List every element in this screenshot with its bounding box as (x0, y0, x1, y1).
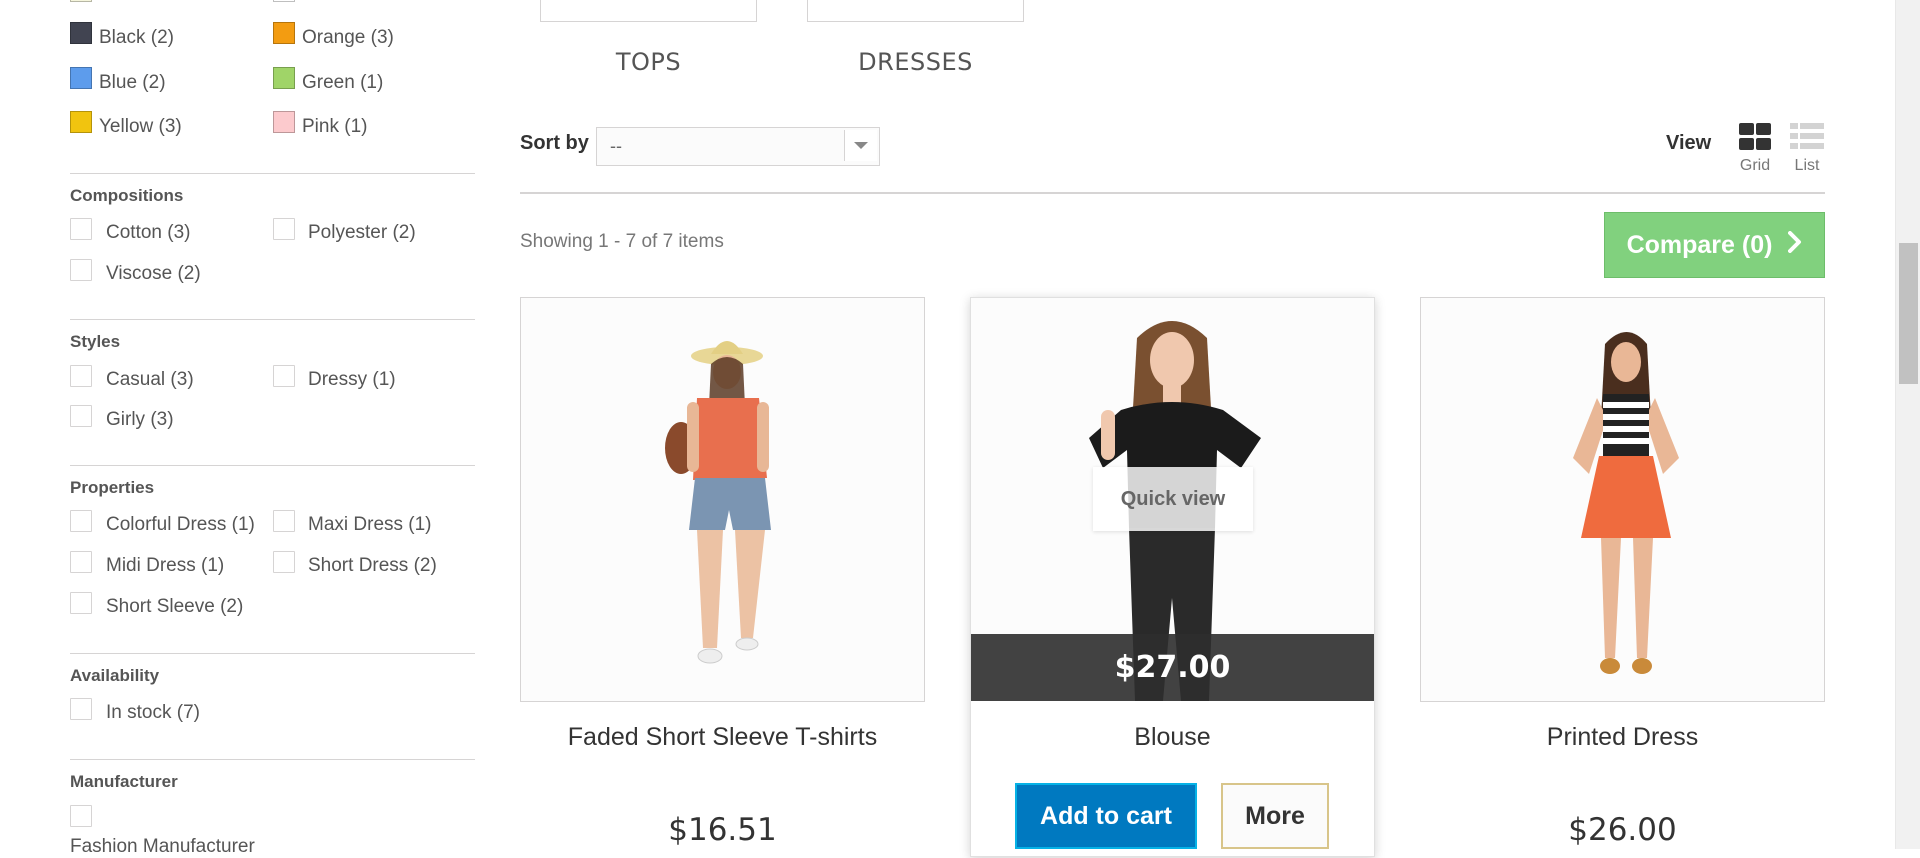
sort-select-value: -- (610, 136, 622, 156)
sidebar-divider (70, 759, 475, 760)
checkbox-casual[interactable] (70, 365, 92, 387)
checkbox-colorful-dress[interactable] (70, 510, 92, 532)
styles-title: Styles (70, 332, 121, 351)
product-price: $26.00 (1568, 812, 1677, 848)
compare-button[interactable]: Compare (0) (1604, 212, 1825, 278)
sidebar-divider (70, 319, 475, 320)
color-filter-label-blue[interactable]: Blue (2) (99, 72, 166, 94)
showing-count-text: Showing 1 - 7 of 7 items (520, 231, 724, 252)
product-image-card[interactable] (520, 297, 925, 702)
filter-label-fashion-manufacturer[interactable]: Fashion Manufacturer (70, 836, 255, 858)
manufacturer-title: Manufacturer (70, 772, 178, 791)
subcategory-title-tops[interactable]: TOPS (540, 48, 757, 76)
quick-view-label: Quick view (1120, 487, 1226, 510)
color-filter-label-yellow[interactable]: Yellow (3) (99, 116, 182, 138)
list-view-icon[interactable] (1789, 122, 1825, 152)
color-filter-label-black[interactable]: Black (2) (99, 27, 174, 49)
color-swatch-orange[interactable] (273, 22, 295, 44)
checkbox-viscose[interactable] (70, 259, 92, 281)
sidebar-divider (70, 653, 475, 654)
filter-label-midi-dress[interactable]: Midi Dress (1) (106, 555, 224, 577)
filter-label-maxi-dress[interactable]: Maxi Dress (1) (308, 514, 432, 536)
swatch-white-partial[interactable] (273, 0, 295, 2)
page-scrollbar[interactable] (1895, 0, 1920, 849)
sort-select[interactable]: -- (596, 127, 880, 166)
product-name[interactable]: Blouse (970, 723, 1375, 752)
properties-title: Properties (70, 478, 155, 497)
checkbox-short-dress[interactable] (273, 551, 295, 573)
compositions-title: Compositions (70, 186, 184, 205)
sidebar-divider (70, 173, 475, 174)
checkbox-fashion-manufacturer[interactable] (70, 805, 92, 827)
color-swatch-pink[interactable] (273, 111, 295, 133)
checkbox-in-stock[interactable] (70, 698, 92, 720)
checkbox-short-sleeve[interactable] (70, 592, 92, 614)
color-filter-label-orange[interactable]: Orange (3) (302, 27, 394, 49)
toolbar-divider (520, 192, 1825, 194)
more-button-label: More (1245, 801, 1305, 830)
color-swatch-green[interactable] (273, 67, 295, 89)
price-overlay: $27.00 (971, 634, 1374, 701)
color-swatch-yellow[interactable] (70, 111, 92, 133)
filter-label-dressy[interactable]: Dressy (1) (308, 369, 396, 391)
sort-by-label: Sort by (520, 132, 589, 154)
color-filter-label-green[interactable]: Green (1) (302, 72, 383, 94)
filter-label-girly[interactable]: Girly (3) (106, 409, 174, 431)
filter-label-polyester[interactable]: Polyester (2) (308, 222, 416, 244)
add-to-cart-label: Add to cart (1040, 801, 1172, 830)
color-filter-label-pink[interactable]: Pink (1) (302, 116, 367, 138)
chevron-down-icon[interactable] (844, 130, 877, 161)
product-image[interactable] (521, 298, 924, 701)
filter-label-colorful-dress[interactable]: Colorful Dress (1) (106, 514, 255, 536)
filter-label-short-dress[interactable]: Short Dress (2) (308, 555, 437, 577)
filter-label-short-sleeve[interactable]: Short Sleeve (2) (106, 596, 243, 618)
filter-label-casual[interactable]: Casual (3) (106, 369, 194, 391)
subcategory-image-dresses[interactable] (807, 0, 1024, 22)
list-view-label[interactable]: List (1784, 157, 1830, 175)
scrollbar-thumb[interactable] (1899, 243, 1918, 384)
checkbox-polyester[interactable] (273, 218, 295, 240)
checkbox-midi-dress[interactable] (70, 551, 92, 573)
checkbox-dressy[interactable] (273, 365, 295, 387)
product-name[interactable]: Printed Dress (1420, 723, 1825, 752)
checkbox-cotton[interactable] (70, 218, 92, 240)
subcategory-title-dresses[interactable]: DRESSES (807, 48, 1024, 76)
filter-label-viscose[interactable]: Viscose (2) (106, 263, 201, 285)
sidebar-divider (70, 465, 475, 466)
compare-button-label: Compare (0) (1626, 230, 1773, 259)
subcategory-image-tops[interactable] (540, 0, 757, 22)
swatch-beige-partial[interactable] (70, 0, 92, 2)
grid-view-label[interactable]: Grid (1732, 157, 1778, 175)
view-label: View (1666, 132, 1712, 154)
quick-view-button[interactable]: Quick view (1093, 467, 1253, 531)
chevron-right-icon (1788, 230, 1802, 260)
more-button[interactable]: More (1221, 783, 1329, 849)
product-image[interactable] (1421, 298, 1824, 701)
grid-view-icon[interactable] (1738, 122, 1772, 152)
product-image-card[interactable] (1420, 297, 1825, 702)
product-price: $16.51 (668, 812, 777, 848)
availability-title: Availability (70, 666, 160, 685)
checkbox-maxi-dress[interactable] (273, 510, 295, 532)
price-overlay-value: $27.00 (1114, 650, 1231, 685)
add-to-cart-button[interactable]: Add to cart (1015, 783, 1197, 849)
product-name[interactable]: Faded Short Sleeve T-shirts (520, 723, 925, 752)
filter-label-in-stock[interactable]: In stock (7) (106, 702, 200, 724)
filter-label-cotton[interactable]: Cotton (3) (106, 222, 190, 244)
color-swatch-black[interactable] (70, 22, 92, 44)
color-swatch-blue[interactable] (70, 67, 92, 89)
checkbox-girly[interactable] (70, 405, 92, 427)
